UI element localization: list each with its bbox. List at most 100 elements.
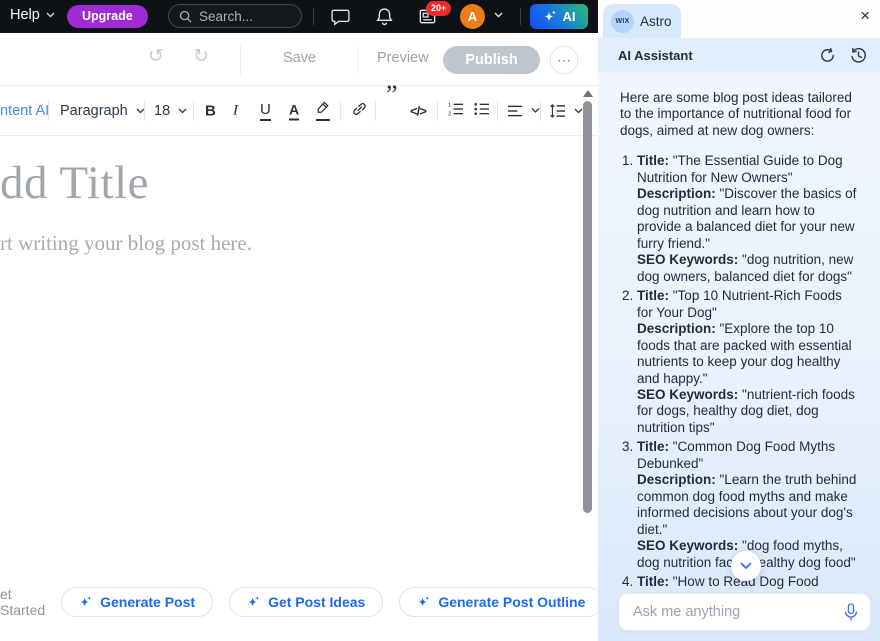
- sparkle-icon: [247, 595, 261, 609]
- panel-header: AI Assistant: [598, 38, 880, 72]
- post-title-placeholder[interactable]: dd Title: [0, 156, 149, 210]
- chevron-down-icon: [740, 562, 752, 570]
- scroll-to-bottom-button[interactable]: [731, 551, 761, 581]
- search-icon: [179, 10, 192, 23]
- preview-button[interactable]: Preview: [377, 50, 429, 66]
- generate-post-label: Generate Post: [100, 594, 195, 610]
- bullet-list-icon: [474, 102, 490, 116]
- bold-button[interactable]: B: [205, 102, 216, 119]
- chat-icon[interactable]: [330, 6, 351, 27]
- toolbar-divider: [144, 101, 145, 121]
- scrollbar-up-arrow[interactable]: [583, 90, 593, 97]
- ai-assistant-panel: WIX Astro × AI Assistant Here are some b…: [598, 0, 880, 641]
- post-actions-bar: ↺ ↻ Save Preview Publish ⋯: [0, 33, 598, 86]
- redo-button[interactable]: ↻: [193, 45, 209, 68]
- toolbar-divider: [540, 101, 541, 121]
- topbar-divider: [520, 8, 521, 25]
- close-icon[interactable]: ×: [860, 6, 870, 26]
- content-ai-button[interactable]: ntent AI: [0, 103, 49, 119]
- ordered-list-icon: 12: [448, 102, 464, 116]
- chevron-down-icon: [574, 108, 583, 114]
- ai-assistant-button[interactable]: AI: [530, 4, 588, 29]
- align-left-icon: [508, 104, 523, 117]
- get-started-label: et Started: [0, 586, 45, 618]
- microphone-icon[interactable]: [844, 603, 858, 622]
- generate-post-button[interactable]: Generate Post: [61, 587, 213, 617]
- help-label: Help: [10, 7, 40, 23]
- sparkle-icon: [543, 9, 558, 24]
- toolbar-divider: [340, 101, 341, 121]
- new-conversation-icon[interactable]: [818, 46, 837, 65]
- paragraph-style-dropdown[interactable]: Paragraph: [60, 103, 145, 119]
- tab-astro-label: Astro: [640, 14, 672, 29]
- get-post-ideas-button[interactable]: Get Post Ideas: [229, 587, 383, 617]
- underline-button[interactable]: U: [260, 101, 271, 121]
- formatting-toolbar: ntent AI Paragraph 18 B I U A ” </> 12: [0, 86, 598, 136]
- editor-scrollbar[interactable]: [583, 101, 592, 513]
- ask-me-anything-input[interactable]: [633, 604, 844, 620]
- upgrade-button[interactable]: Upgrade: [67, 5, 148, 28]
- alignment-dropdown[interactable]: [508, 104, 540, 117]
- line-spacing-icon: [550, 104, 566, 118]
- idea-item: Title: "Top 10 Nutrient-Rich Foods for Y…: [637, 288, 860, 436]
- more-options-button[interactable]: ⋯: [550, 46, 578, 74]
- font-size-value: 18: [154, 103, 170, 119]
- chevron-down-icon: [46, 12, 55, 18]
- panel-tab-strip: WIX Astro ×: [598, 0, 880, 38]
- assistant-intro-text: Here are some blog post ideas tailored t…: [620, 90, 860, 139]
- actions-divider: [357, 46, 358, 74]
- toolbar-divider: [437, 101, 438, 121]
- generate-post-outline-button[interactable]: Generate Post Outline: [399, 587, 598, 617]
- avatar-initial: A: [468, 9, 477, 24]
- highlight-color-button[interactable]: [316, 101, 330, 121]
- account-chevron-down-icon[interactable]: [494, 12, 503, 18]
- help-menu[interactable]: Help: [10, 7, 55, 23]
- bullet-list-button[interactable]: [474, 102, 490, 120]
- svg-text:1: 1: [448, 102, 451, 108]
- idea-item: Title: "The Essential Guide to Dog Nutri…: [637, 153, 860, 285]
- blockquote-button[interactable]: ”: [386, 80, 398, 109]
- generate-post-outline-label: Generate Post Outline: [438, 594, 585, 610]
- panel-title: AI Assistant: [618, 48, 806, 63]
- italic-button[interactable]: I: [233, 102, 238, 119]
- post-canvas[interactable]: dd Title rt writing your blog post here.: [0, 136, 583, 641]
- code-button[interactable]: </>: [410, 103, 426, 118]
- wix-blog-editor-screen: Help Upgrade Search... 20+ A AI ↺: [0, 0, 880, 641]
- font-size-dropdown[interactable]: 18: [154, 103, 187, 119]
- get-post-ideas-label: Get Post Ideas: [268, 594, 365, 610]
- tab-astro[interactable]: WIX Astro: [603, 4, 681, 38]
- chevron-down-icon: [531, 108, 540, 114]
- ai-button-label: AI: [563, 9, 576, 24]
- link-button[interactable]: [351, 100, 368, 121]
- sparkle-icon: [79, 595, 93, 609]
- post-body-placeholder[interactable]: rt writing your blog post here.: [0, 231, 252, 256]
- search-input[interactable]: Search...: [168, 4, 302, 28]
- topbar-divider: [313, 8, 314, 25]
- top-bar: Help Upgrade Search... 20+ A AI: [0, 0, 598, 33]
- toolbar-divider: [497, 101, 498, 121]
- svg-text:2: 2: [448, 111, 451, 115]
- notifications-bell-icon[interactable]: [374, 6, 395, 27]
- toolbar-divider: [375, 101, 376, 121]
- chevron-down-icon: [178, 108, 187, 114]
- paragraph-style-value: Paragraph: [60, 103, 128, 119]
- ideas-list: Title: "The Essential Guide to Dog Nutri…: [620, 153, 860, 607]
- text-color-button[interactable]: A: [289, 101, 299, 120]
- notification-count-badge: 20+: [426, 1, 451, 16]
- search-placeholder: Search...: [199, 9, 253, 24]
- toolbar-divider: [48, 101, 49, 121]
- ai-suggestion-bar: et Started Generate Post Get Post Ideas …: [0, 587, 598, 617]
- ordered-list-button[interactable]: 12: [448, 102, 464, 120]
- history-icon[interactable]: [849, 46, 868, 65]
- wix-logo-badge: WIX: [611, 10, 634, 33]
- avatar[interactable]: A: [460, 4, 485, 29]
- ask-input-container: [618, 593, 871, 631]
- publish-button[interactable]: Publish: [443, 46, 540, 74]
- save-button[interactable]: Save: [283, 50, 316, 66]
- undo-button[interactable]: ↺: [148, 45, 164, 68]
- toolbar-divider: [193, 101, 194, 121]
- actions-divider: [240, 46, 241, 74]
- editor-region: Help Upgrade Search... 20+ A AI ↺: [0, 0, 598, 641]
- line-spacing-dropdown[interactable]: [550, 104, 583, 118]
- sparkle-icon: [417, 595, 431, 609]
